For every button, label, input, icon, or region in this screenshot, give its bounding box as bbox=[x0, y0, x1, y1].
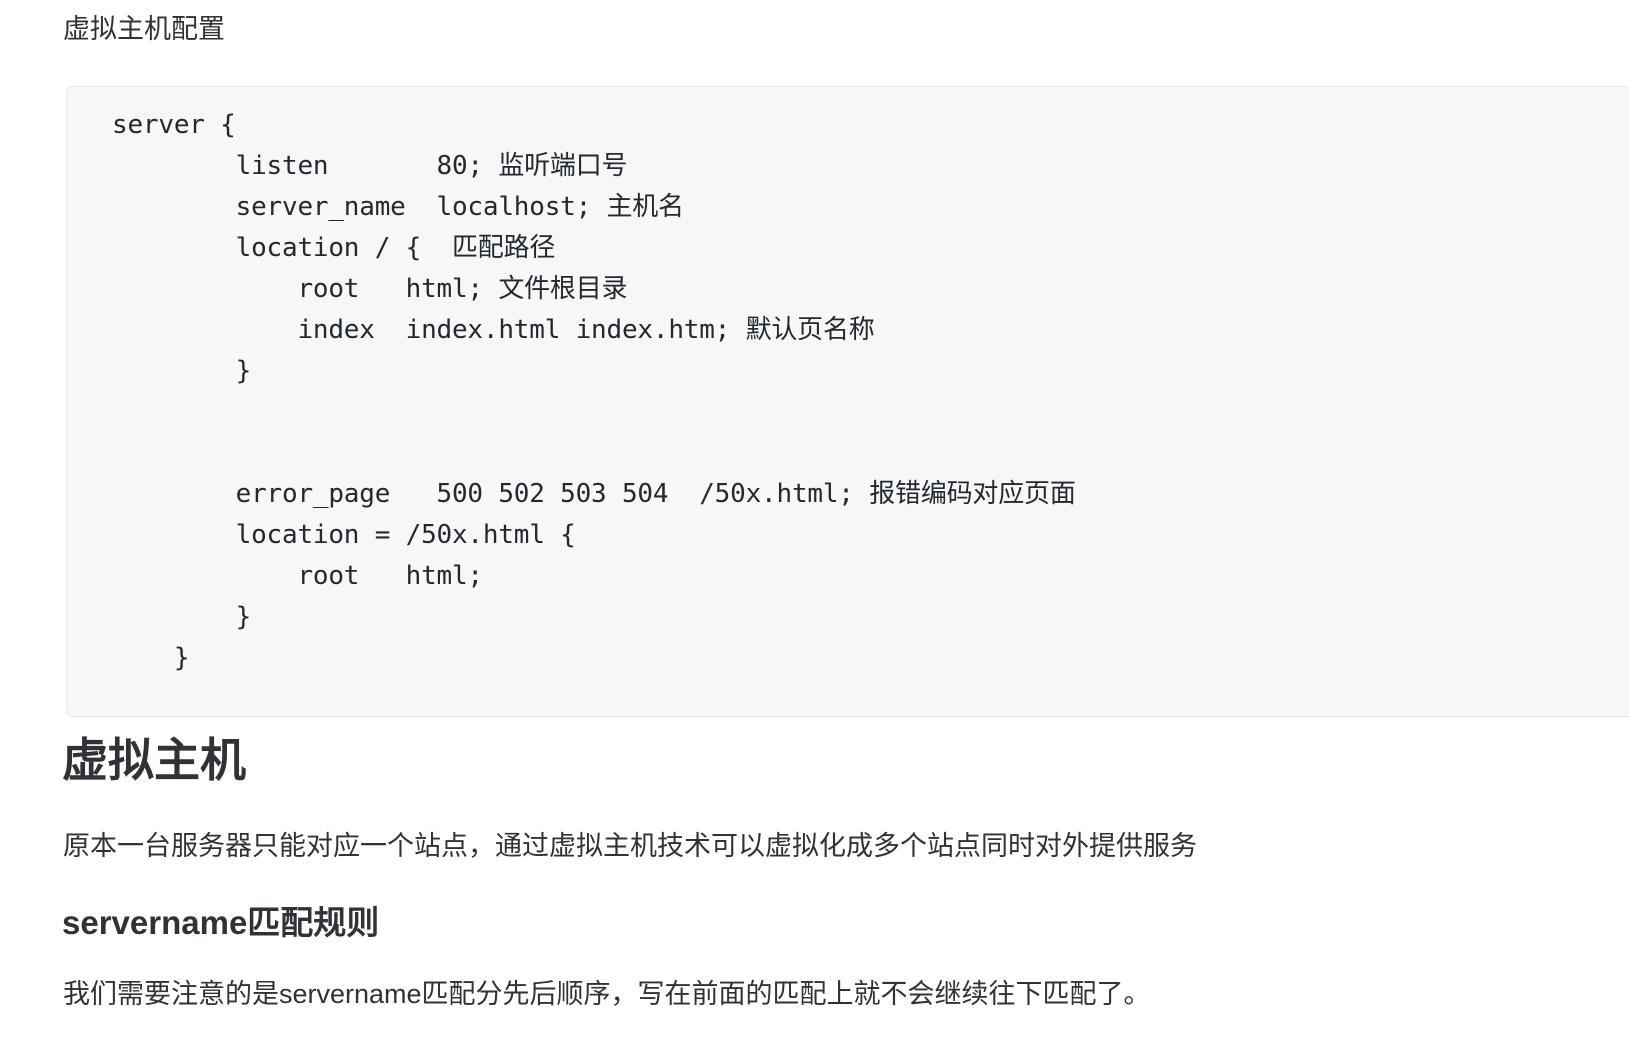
document-page: 虚拟主机配置 server { listen 80; 监听端口号 server_… bbox=[0, 0, 1629, 1057]
code-block: server { listen 80; 监听端口号 server_name lo… bbox=[66, 86, 1629, 717]
page-title: 虚拟主机配置 bbox=[63, 14, 225, 44]
paragraph-virtual-host-intro: 原本一台服务器只能对应一个站点，通过虚拟主机技术可以虚拟化成多个站点同时对外提供… bbox=[63, 831, 1197, 861]
code-content[interactable]: server { listen 80; 监听端口号 server_name lo… bbox=[112, 105, 1076, 679]
subsection-heading-servername-rules: servername匹配规则 bbox=[62, 904, 380, 941]
section-heading-virtual-host: 虚拟主机 bbox=[62, 734, 246, 786]
paragraph-servername-order: 我们需要注意的是servername匹配分先后顺序，写在前面的匹配上就不会继续往… bbox=[63, 979, 1151, 1009]
